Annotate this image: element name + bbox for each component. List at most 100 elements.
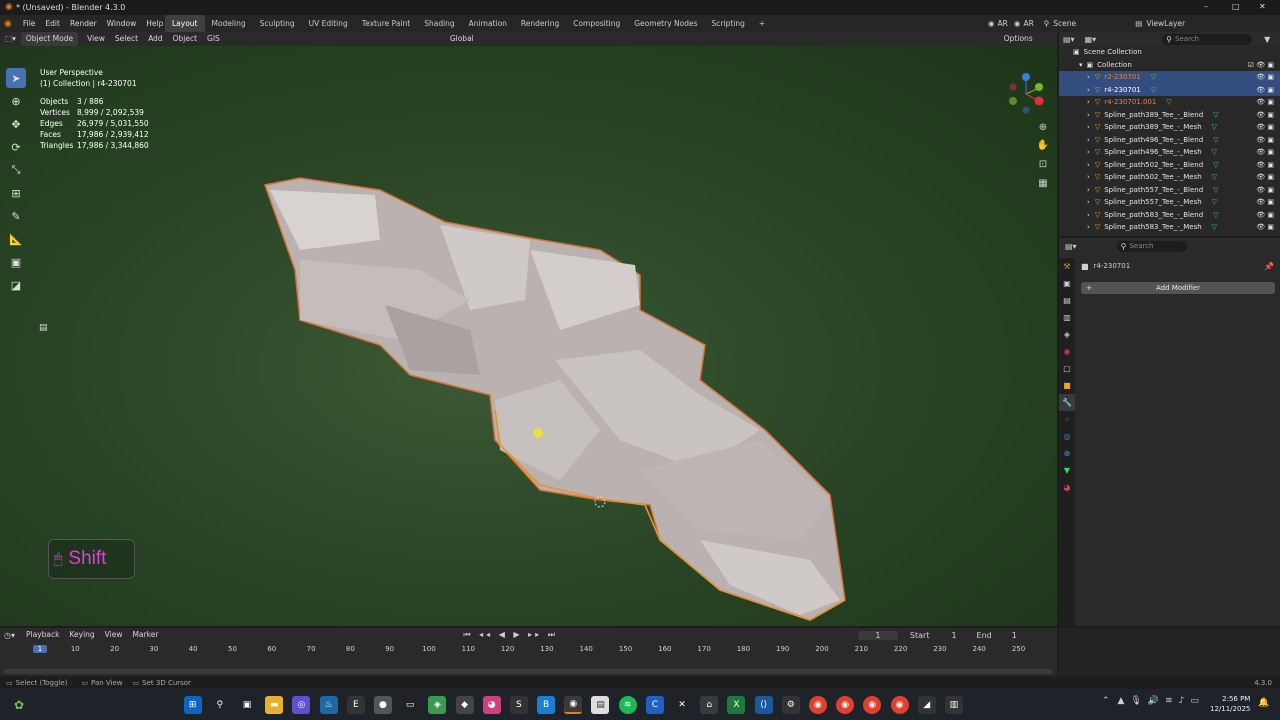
- steam-icon[interactable]: ♨: [319, 695, 338, 714]
- blender-taskbar-icon[interactable]: ◉: [564, 695, 583, 714]
- visibility-icons[interactable]: 👁 ▣: [1256, 159, 1274, 172]
- visibility-icons[interactable]: 👁 ▣: [1256, 84, 1274, 97]
- chevron-right-icon[interactable]: ›: [1087, 146, 1090, 159]
- chrome-icon-2[interactable]: ◉: [836, 695, 855, 714]
- cursor-tool-icon[interactable]: ⊕: [6, 91, 26, 111]
- maximize-button[interactable]: □: [1232, 2, 1240, 11]
- menu-edit[interactable]: Edit: [40, 17, 65, 31]
- menu-keying[interactable]: Keying: [64, 628, 99, 642]
- outliner-item[interactable]: › ▽ Spline_path583_Tee_-_Mesh ▽ 👁 ▣: [1059, 221, 1280, 234]
- close-button[interactable]: ✕: [1259, 2, 1266, 11]
- chevron-right-icon[interactable]: ›: [1087, 184, 1090, 197]
- app-white-icon[interactable]: ▤: [591, 695, 610, 714]
- speaker-icon[interactable]: 🔊: [1148, 696, 1159, 706]
- particles-tab-icon[interactable]: ⁘: [1059, 411, 1075, 428]
- chevron-right-icon[interactable]: ›: [1087, 84, 1090, 97]
- widgets-icon[interactable]: ✿: [14, 698, 24, 712]
- properties-search-input[interactable]: Search: [1129, 242, 1153, 250]
- file-explorer-icon[interactable]: ▬: [265, 695, 284, 714]
- outliner-item[interactable]: › ▽ Spline_path389_Tee_-_Mesh ▽ 👁 ▣: [1059, 121, 1280, 134]
- chevron-down-icon[interactable]: ▾: [1079, 59, 1083, 72]
- app-vs-icon[interactable]: ▥: [944, 695, 963, 714]
- tab-scripting[interactable]: Scripting: [705, 15, 752, 32]
- data-tab-icon[interactable]: ▼: [1059, 462, 1075, 479]
- collection-tab-icon[interactable]: ▢: [1059, 360, 1075, 377]
- outliner-search-input[interactable]: Search: [1175, 35, 1199, 43]
- output-tab-icon[interactable]: ▤: [1059, 292, 1075, 309]
- outliner-item[interactable]: › ▽ Spline_path502_Tee_-_Mesh ▽ 👁 ▣: [1059, 171, 1280, 184]
- outliner-item[interactable]: › ▽ r2-230701 ▽ 👁 ▣: [1059, 71, 1280, 84]
- ar-toggle-2[interactable]: AR: [1023, 19, 1033, 28]
- rock-mesh[interactable]: [0, 46, 1057, 626]
- chevron-right-icon[interactable]: ›: [1087, 221, 1090, 234]
- app-blue-icon[interactable]: B: [537, 695, 556, 714]
- notification-icon[interactable]: 🔔: [1258, 698, 1269, 708]
- row-visibility-icons[interactable]: ☑ 👁 ▣: [1248, 59, 1274, 72]
- visibility-icons[interactable]: 👁 ▣: [1256, 71, 1274, 84]
- menu-add[interactable]: Add: [143, 32, 168, 46]
- excel-icon[interactable]: X: [727, 695, 746, 714]
- tray-chevron-icon[interactable]: ⌃: [1102, 696, 1110, 706]
- battery-icon[interactable]: ▭: [1190, 696, 1199, 706]
- app-c-icon[interactable]: C: [645, 695, 664, 714]
- material-tab-icon[interactable]: ◕: [1059, 479, 1075, 496]
- filter-icon[interactable]: ▼: [1264, 35, 1270, 44]
- visibility-icons[interactable]: 👁 ▣: [1256, 146, 1274, 159]
- extra-tool-icon[interactable]: ◪: [6, 275, 26, 295]
- tab-animation[interactable]: Animation: [462, 15, 514, 32]
- tab-shading[interactable]: Shading: [417, 15, 461, 32]
- app-x-icon[interactable]: ✕: [673, 695, 692, 714]
- mic-icon[interactable]: 🎙: [1130, 696, 1141, 706]
- vscode-icon[interactable]: ⟨⟩: [754, 695, 773, 714]
- outliner-item[interactable]: › ▽ Spline_path502_Tee_-_Blend ▽ 👁 ▣: [1059, 159, 1280, 172]
- menu-window[interactable]: Window: [102, 17, 142, 31]
- menu-object[interactable]: Object: [168, 32, 202, 46]
- frame-ruler[interactable]: 1 10 20 30 40 50 60 70 80 90 100 110 120 130 140 150 160…: [0, 645, 1057, 659]
- tab-texture-paint[interactable]: Texture Paint: [355, 15, 417, 32]
- search-icon[interactable]: ⚲: [211, 696, 229, 714]
- tab-uv-editing[interactable]: UV Editing: [302, 15, 355, 32]
- app-icon[interactable]: ●: [373, 695, 392, 714]
- tab-modeling[interactable]: Modeling: [205, 15, 253, 32]
- task-view-icon[interactable]: ▣: [238, 696, 256, 714]
- app-dark-icon[interactable]: ◆: [455, 695, 474, 714]
- outliner-item[interactable]: › ▽ Spline_path557_Tee_-_Blend ▽ 👁 ▣: [1059, 184, 1280, 197]
- chevron-right-icon[interactable]: ›: [1087, 121, 1090, 134]
- tab-geometry-nodes[interactable]: Geometry Nodes: [627, 15, 704, 32]
- outliner-item[interactable]: › ▽ Spline_path496_Tee_-_Blend ▽ 👁 ▣: [1059, 134, 1280, 147]
- chevron-right-icon[interactable]: ›: [1087, 209, 1090, 222]
- menu-render[interactable]: Render: [65, 17, 102, 31]
- settings-icon[interactable]: ⚙: [781, 695, 800, 714]
- chevron-right-icon[interactable]: ›: [1087, 96, 1090, 109]
- tool-tab-icon[interactable]: ⚒: [1059, 258, 1075, 275]
- tab-rendering[interactable]: Rendering: [514, 15, 566, 32]
- start-icon[interactable]: ⊞: [183, 695, 202, 714]
- camera-view-icon[interactable]: ⊡: [1035, 157, 1051, 173]
- tray-app-icon[interactable]: ▲: [1118, 696, 1125, 706]
- tab-layout[interactable]: Layout: [165, 15, 205, 32]
- chevron-right-icon[interactable]: ›: [1087, 159, 1090, 172]
- pin-icon[interactable]: 📌: [1264, 262, 1274, 271]
- current-frame-marker[interactable]: 1: [33, 645, 47, 653]
- timeline-editor-icon[interactable]: ◷▾: [4, 631, 15, 640]
- options-dropdown[interactable]: Options: [999, 32, 1038, 46]
- app-skii-icon[interactable]: S: [509, 695, 528, 714]
- add-workspace-button[interactable]: +: [752, 15, 772, 32]
- app-bird-icon[interactable]: ◢: [917, 695, 936, 714]
- visibility-icons[interactable]: 👁 ▣: [1256, 171, 1274, 184]
- scene-tab-icon[interactable]: ◈: [1059, 326, 1075, 343]
- visibility-icons[interactable]: 👁 ▣: [1256, 221, 1274, 234]
- app-green-icon[interactable]: ◈: [428, 695, 447, 714]
- app-house-icon[interactable]: ⌂: [700, 695, 719, 714]
- menu-playback[interactable]: Playback: [21, 628, 64, 642]
- outliner-editor-icon[interactable]: ▤▾: [1063, 35, 1075, 44]
- outliner-item[interactable]: › ▽ Spline_path583_Tee_-_Blend ▽ 👁 ▣: [1059, 209, 1280, 222]
- discord-icon[interactable]: ◎: [292, 695, 311, 714]
- zoom-icon[interactable]: ⊕: [1035, 120, 1051, 136]
- modifier-tab-icon[interactable]: 🔧: [1059, 394, 1075, 411]
- collection-row[interactable]: ▾ ▣ Collection ☑ 👁 ▣: [1059, 59, 1280, 72]
- render-tab-icon[interactable]: ▣: [1059, 275, 1075, 292]
- chevron-right-icon[interactable]: ›: [1087, 71, 1090, 84]
- outliner-item[interactable]: › ▽ Spline_path389_Tee_-_Blend ▽ 👁 ▣: [1059, 109, 1280, 122]
- blender-menu-icon[interactable]: ◉: [4, 19, 12, 29]
